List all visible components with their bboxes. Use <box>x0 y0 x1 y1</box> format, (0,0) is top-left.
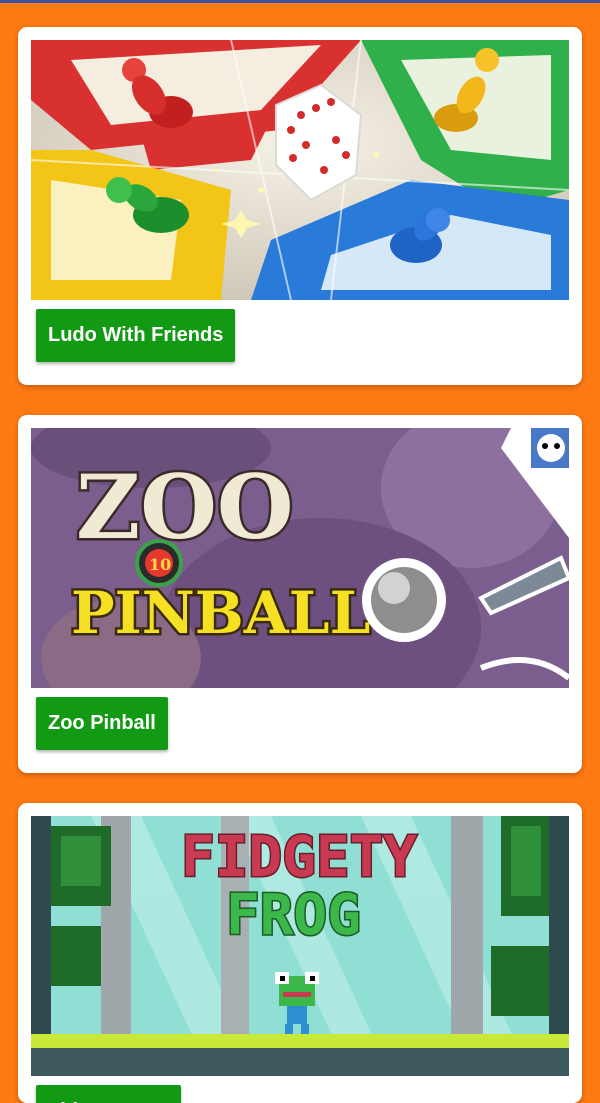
top-app-bar-edge <box>0 0 600 3</box>
play-button-fidgety-frog[interactable]: Fidgety Frog <box>36 1085 182 1103</box>
svg-text:10: 10 <box>149 555 171 574</box>
game-thumbnail-zoo-pinball[interactable]: ZOO 10 PINBALL <box>31 428 569 688</box>
game-card-ludo[interactable]: Ludo With Friends <box>18 27 582 385</box>
game-thumbnail-ludo[interactable] <box>31 40 569 300</box>
game-thumbnail-fidgety-frog[interactable]: FIDGETY FROG <box>31 816 569 1076</box>
svg-text:FIDGETY: FIDGETY <box>181 825 417 890</box>
svg-text:ZOO: ZOO <box>76 455 294 559</box>
play-button-ludo[interactable]: Ludo With Friends <box>36 309 236 362</box>
game-card-zoo-pinball[interactable]: ZOO 10 PINBALL Zoo Pinball <box>18 415 582 773</box>
svg-text:PINBALL: PINBALL <box>71 579 370 647</box>
svg-text:FROG: FROG <box>226 883 361 948</box>
play-button-zoo-pinball[interactable]: Zoo Pinball <box>36 697 168 750</box>
game-card-fidgety-frog[interactable]: FIDGETY FROG Fidgety Frog <box>18 803 582 1103</box>
